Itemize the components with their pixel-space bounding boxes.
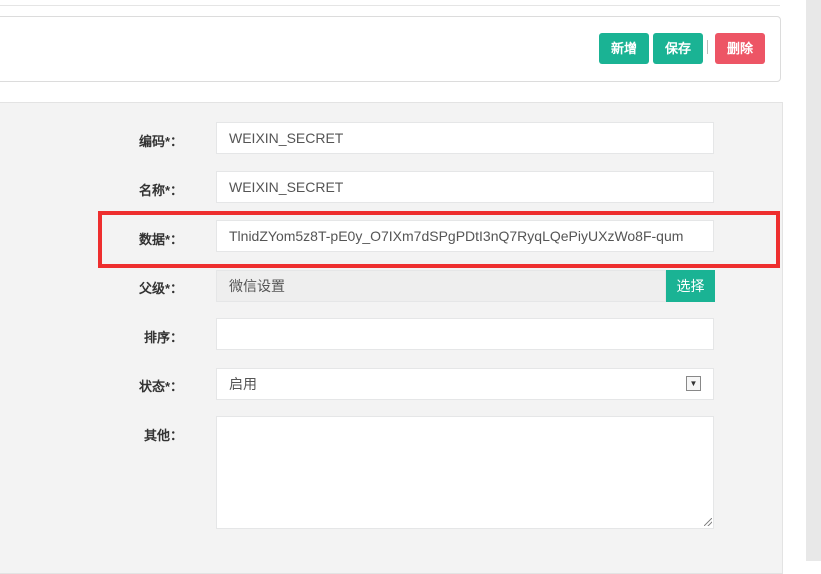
page-scrollbar[interactable]: [806, 0, 821, 561]
chevron-down-icon[interactable]: ▼: [686, 376, 701, 391]
status-label: 状态*：: [138, 379, 183, 394]
name-label: 名称*：: [138, 183, 183, 198]
other-textarea[interactable]: [216, 416, 714, 529]
status-select-value: 启用: [229, 376, 257, 392]
data-label: 数据*：: [138, 232, 183, 247]
parent-input: 微信设置: [216, 270, 666, 302]
save-button[interactable]: 保存: [653, 33, 703, 64]
resize-grip-icon[interactable]: [704, 518, 712, 526]
delete-button[interactable]: 删除: [715, 33, 765, 64]
data-input[interactable]: TlnidZYom5z8T-pE0y_O7IXm7dSPgPDtI3nQ7Ryq…: [216, 220, 714, 252]
other-label: 其他：: [143, 428, 183, 443]
parent-label: 父级*：: [138, 281, 183, 296]
code-label: 编码*：: [138, 134, 183, 149]
name-input[interactable]: WEIXIN_SECRET: [216, 171, 714, 203]
sort-input[interactable]: [216, 318, 714, 350]
add-button[interactable]: 新增: [599, 33, 649, 64]
parent-select-button[interactable]: 选择: [666, 270, 715, 302]
status-select[interactable]: 启用 ▼: [216, 368, 714, 400]
toolbar-separator: [707, 40, 708, 54]
code-input[interactable]: WEIXIN_SECRET: [216, 122, 714, 154]
sort-label: 排序：: [143, 330, 183, 345]
top-divider: [0, 5, 780, 6]
